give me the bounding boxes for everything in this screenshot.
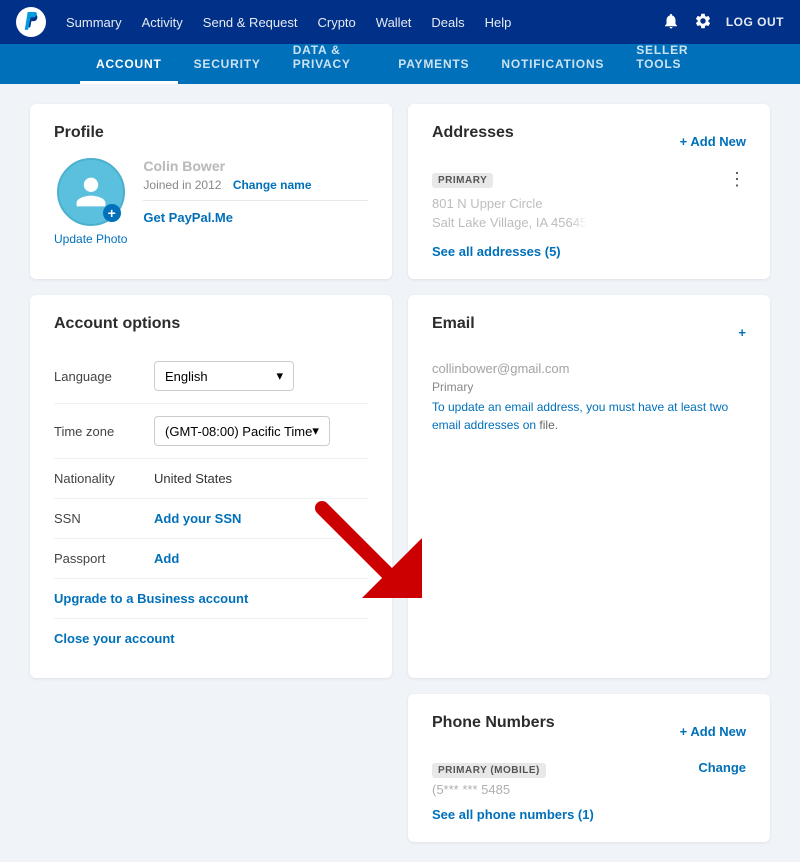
add-address-button[interactable]: + Add New: [680, 134, 746, 149]
address-row: PRIMARY 801 N Upper Circle Salt Lake Vil…: [432, 170, 746, 234]
bell-icon[interactable]: [662, 12, 680, 33]
avatar-plus-icon: +: [103, 204, 121, 222]
avatar[interactable]: +: [57, 158, 125, 226]
address-line1: 801 N Upper Circle: [432, 196, 587, 211]
email-header: Email +: [432, 315, 746, 349]
profile-divider: [143, 200, 368, 201]
see-all-phones-link[interactable]: See all phone numbers (1): [432, 807, 746, 822]
add-phone-button[interactable]: + Add New: [680, 724, 746, 739]
email-note: To update an email address, you must hav…: [432, 398, 746, 434]
paypal-logo[interactable]: [16, 7, 46, 37]
profile-info: Colin Bower Joined in 2012 Change name G…: [143, 158, 368, 225]
top-navigation: Summary Activity Send & Request Crypto W…: [0, 0, 800, 44]
add-ssn-link[interactable]: Add your SSN: [154, 511, 241, 526]
email-title: Email: [432, 315, 475, 333]
chevron-down-icon: ▾: [276, 368, 283, 384]
profile-card: Profile + Update Photo Colin Bower Joine…: [30, 104, 392, 279]
phone-content: PRIMARY (MOBILE) (5*** *** 5485: [432, 760, 546, 797]
timezone-row: Time zone (GMT-08:00) Pacific Time ▾: [54, 404, 368, 459]
update-photo-link[interactable]: Update Photo: [54, 232, 127, 246]
address-content: PRIMARY 801 N Upper Circle Salt Lake Vil…: [432, 170, 587, 234]
language-label: Language: [54, 369, 154, 384]
language-select[interactable]: English ▾: [154, 361, 294, 391]
addresses-title: Addresses: [432, 124, 514, 142]
address-menu-icon[interactable]: ⋮: [728, 170, 746, 188]
top-icons: LOG OUT: [662, 12, 784, 33]
address-badge: PRIMARY: [432, 173, 493, 188]
nav-send-request[interactable]: Send & Request: [203, 15, 298, 30]
ssn-row: SSN Add your SSN: [54, 499, 368, 539]
language-row: Language English ▾: [54, 349, 368, 404]
subnav-notifications[interactable]: NOTIFICATIONS: [485, 57, 620, 84]
nav-deals[interactable]: Deals: [431, 15, 464, 30]
phone-badge: PRIMARY (MOBILE): [432, 763, 546, 778]
subnav-seller-tools[interactable]: SELLER TOOLS: [620, 43, 720, 84]
account-options-title: Account options: [54, 315, 368, 333]
profile-joined: Joined in 2012 Change name: [143, 178, 368, 192]
logout-button[interactable]: LOG OUT: [726, 15, 784, 29]
phone-row: PRIMARY (MOBILE) (5*** *** 5485 Change: [432, 760, 746, 797]
subnav-account[interactable]: ACCOUNT: [80, 57, 178, 84]
nav-help[interactable]: Help: [485, 15, 512, 30]
paypalme-link[interactable]: Get PayPal.Me: [143, 210, 233, 225]
email-primary-label: Primary: [432, 380, 746, 394]
subnav-data-privacy[interactable]: DATA & PRIVACY: [277, 43, 383, 84]
phone-title: Phone Numbers: [432, 714, 555, 732]
passport-label: Passport: [54, 551, 154, 566]
nav-crypto[interactable]: Crypto: [317, 15, 355, 30]
chevron-down-icon: ▾: [312, 423, 319, 439]
change-phone-link[interactable]: Change: [698, 760, 746, 775]
phone-card: Phone Numbers + Add New PRIMARY (MOBILE)…: [408, 694, 770, 842]
addresses-header: Addresses + Add New: [432, 124, 746, 158]
nav-summary[interactable]: Summary: [66, 15, 122, 30]
addresses-card: Addresses + Add New PRIMARY 801 N Upper …: [408, 104, 770, 279]
passport-row: Passport Add: [54, 539, 368, 579]
email-card: Email + collinbower@gmail.com Primary To…: [408, 295, 770, 678]
nav-activity[interactable]: Activity: [142, 15, 183, 30]
timezone-select[interactable]: (GMT-08:00) Pacific Time ▾: [154, 416, 330, 446]
nationality-row: Nationality United States: [54, 459, 368, 499]
add-passport-link[interactable]: Add: [154, 551, 179, 566]
nav-wallet[interactable]: Wallet: [376, 15, 412, 30]
phone-number: (5*** *** 5485: [432, 782, 546, 797]
nationality-value: United States: [154, 471, 368, 486]
profile-title: Profile: [54, 124, 368, 142]
main-content: Profile + Update Photo Colin Bower Joine…: [0, 84, 800, 862]
nationality-label: Nationality: [54, 471, 154, 486]
account-options-card: Account options Language English ▾ Time …: [30, 295, 392, 678]
upgrade-business-link[interactable]: Upgrade to a Business account: [54, 579, 368, 619]
gear-icon[interactable]: [694, 12, 712, 33]
subnav-payments[interactable]: PAYMENTS: [382, 57, 485, 84]
subnav-security[interactable]: SECURITY: [178, 57, 277, 84]
avatar-section: + Update Photo: [54, 158, 127, 246]
sub-navigation: ACCOUNT SECURITY DATA & PRIVACY PAYMENTS…: [0, 44, 800, 84]
close-account-link[interactable]: Close your account: [54, 619, 368, 658]
see-all-addresses-link[interactable]: See all addresses (5): [432, 244, 746, 259]
change-name-link[interactable]: Change name: [233, 178, 312, 192]
phone-header: Phone Numbers + Add New: [432, 714, 746, 748]
address-line2: Salt Lake Village, IA 45645: [432, 215, 587, 230]
add-email-button[interactable]: +: [738, 325, 746, 340]
ssn-label: SSN: [54, 511, 154, 526]
email-address: collinbower@gmail.com: [432, 361, 746, 376]
timezone-label: Time zone: [54, 424, 154, 439]
profile-name: Colin Bower: [143, 158, 368, 174]
